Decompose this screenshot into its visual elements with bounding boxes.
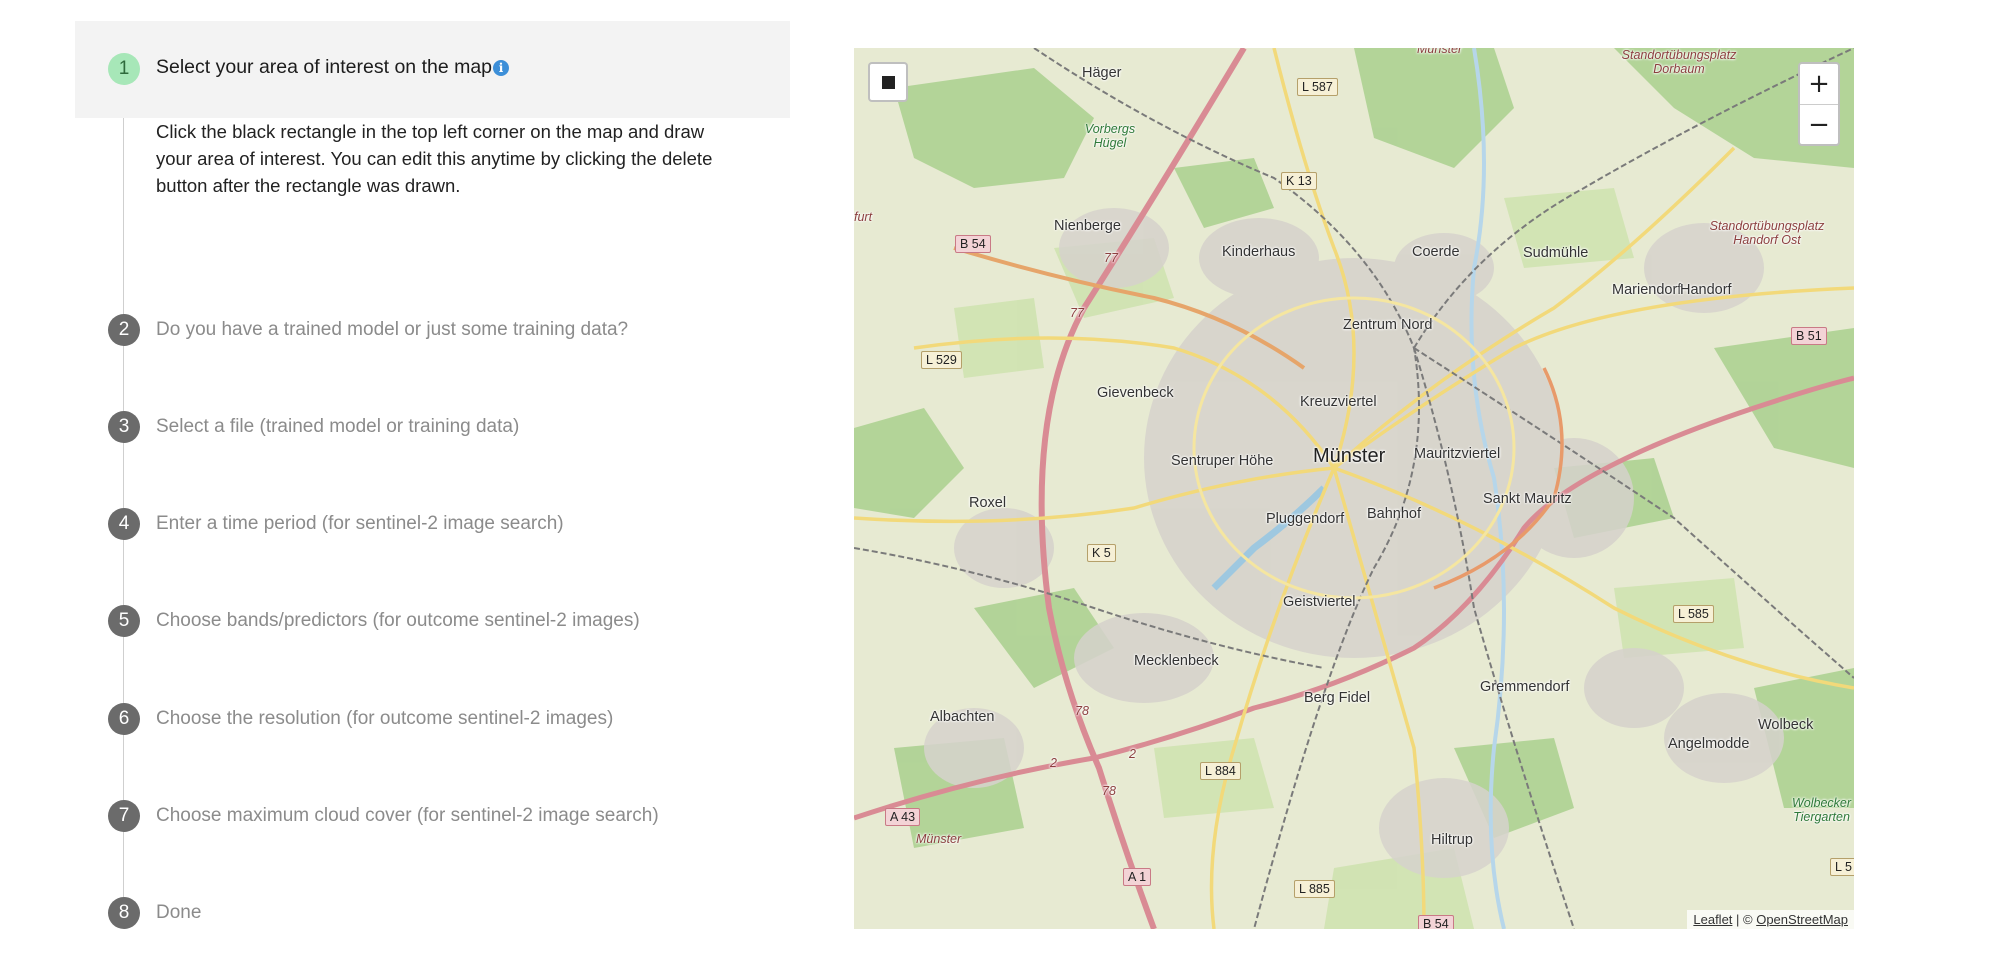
step-7-number: 7 [108, 800, 140, 832]
place-label: Sudmühle [1523, 245, 1589, 261]
road-badge: B 54 [955, 235, 991, 253]
area-label: furt [854, 210, 873, 224]
step-2-number: 2 [108, 314, 140, 346]
road-badge: B 51 [1791, 327, 1827, 345]
step-5-title: Choose bands/predictors (for outcome sen… [156, 610, 640, 631]
motorway-number: 78 [1075, 704, 1089, 718]
map[interactable]: Häger Nienberge Kinderhaus Coerde Sudmüh… [854, 48, 1854, 929]
place-label: Coerde [1412, 244, 1460, 260]
area-label: Vorbergs Hügel [1084, 122, 1136, 150]
openstreetmap-link[interactable]: OpenStreetMap [1756, 912, 1848, 927]
step-6-number: 6 [108, 703, 140, 735]
road-badge: A 43 [885, 808, 921, 826]
place-label: Gievenbeck [1097, 385, 1174, 401]
road-badge: L 884 [1200, 762, 1241, 780]
step-3-number: 3 [108, 411, 140, 443]
place-label: Nienberge [1054, 218, 1121, 234]
step-4-header[interactable]: 4 Enter a time period (for sentinel-2 im… [75, 502, 790, 546]
place-label: Pluggendorf [1266, 511, 1345, 527]
step-4-number: 4 [108, 508, 140, 540]
place-label: Sankt Mauritz [1483, 491, 1572, 507]
road-badge: K 13 [1281, 172, 1317, 190]
motorway-number: 78 [1102, 784, 1116, 798]
motorway-number: 2 [1129, 747, 1136, 761]
step-3-title: Select a file (trained model or training… [156, 416, 520, 437]
place-label: Bahnhof [1367, 506, 1422, 522]
step-7-title: Choose maximum cloud cover (for sentinel… [156, 805, 659, 826]
city-label: Münster [1313, 445, 1386, 467]
step-2-header[interactable]: 2 Do you have a trained model or just so… [75, 308, 790, 352]
step-1-title: Select your area of interest on the map i [156, 56, 510, 79]
step-3-header[interactable]: 3 Select a file (trained model or traini… [75, 405, 790, 449]
place-label: Mauritzviertel [1414, 446, 1501, 462]
road-badge: L 587 [1297, 78, 1338, 96]
step-1-header[interactable]: 1 Select your area of interest on the ma… [75, 21, 790, 118]
road-badge: K 5 [1087, 544, 1116, 562]
draw-rectangle-button[interactable] [868, 62, 908, 102]
road-badge: A 1 [1123, 868, 1152, 886]
place-label: Berg Fidel [1304, 690, 1371, 706]
place-label: Geistviertel [1283, 594, 1356, 610]
motorway-number: 77 [1070, 306, 1084, 320]
road-badge: B 54 [1418, 915, 1454, 929]
road-badge: L 529 [921, 351, 962, 369]
place-label: Kinderhaus [1222, 244, 1296, 260]
place-label: Sentruper Höhe [1171, 453, 1274, 469]
step-4-title: Enter a time period (for sentinel-2 imag… [156, 513, 564, 534]
road-badge: L 585 [1673, 605, 1714, 623]
step-8-header[interactable]: 8 Done [75, 891, 790, 935]
zoom-in-button[interactable]: + [1800, 64, 1838, 105]
place-label: Roxel [969, 495, 1007, 511]
step-8-number: 8 [108, 897, 140, 929]
road-badge: L 885 [1294, 880, 1335, 898]
step-1-title-text: Select your area of interest on the map [156, 56, 493, 78]
map-attribution: Leaflet | © OpenStreetMap [1687, 910, 1854, 929]
step-2-title: Do you have a trained model or just some… [156, 319, 629, 340]
step-8-title: Done [156, 902, 202, 923]
step-6-title: Choose the resolution (for outcome senti… [156, 708, 614, 729]
place-label: Albachten [930, 709, 995, 725]
attribution-separator: | © [1732, 912, 1757, 927]
zoom-out-button[interactable]: − [1800, 105, 1838, 145]
area-label: Standortübungsplatz Dorbaum [1621, 48, 1737, 76]
area-label: Münster [916, 832, 962, 846]
area-label: Standortübungsplatz Handorf Ost [1709, 219, 1825, 247]
road-badge: L 5 [1830, 858, 1854, 876]
place-label: Mariendorf [1612, 282, 1682, 298]
area-label: Münster [1417, 48, 1463, 56]
step-7-header[interactable]: 7 Choose maximum cloud cover (for sentin… [75, 794, 790, 838]
map-tiles[interactable] [854, 48, 1854, 929]
place-label: Angelmodde [1668, 736, 1750, 752]
motorway-number: 2 [1050, 756, 1057, 770]
place-label: Häger [1082, 65, 1122, 81]
area-label: Wolbecker Tiergarten [1791, 796, 1852, 824]
place-label: Hiltrup [1431, 832, 1473, 848]
place-label: Mecklenbeck [1134, 653, 1219, 669]
step-5-header[interactable]: 5 Choose bands/predictors (for outcome s… [75, 599, 790, 643]
place-label: Kreuzviertel [1300, 394, 1377, 410]
zoom-control: + − [1798, 62, 1840, 146]
info-icon[interactable]: i [493, 59, 510, 76]
rectangle-icon [882, 76, 895, 89]
place-label: Wolbeck [1758, 717, 1814, 733]
stepper: 1 Select your area of interest on the ma… [75, 21, 790, 961]
step-1-number: 1 [108, 53, 140, 85]
place-label: Handorf [1680, 282, 1732, 298]
motorway-number: 77 [1104, 251, 1118, 265]
step-1-description: Click the black rectangle in the top lef… [156, 121, 713, 196]
leaflet-link[interactable]: Leaflet [1693, 912, 1732, 927]
step-6-header[interactable]: 6 Choose the resolution (for outcome sen… [75, 697, 790, 741]
step-5-number: 5 [108, 605, 140, 637]
place-label: Gremmendorf [1480, 679, 1570, 695]
place-label: Zentrum Nord [1343, 317, 1433, 333]
